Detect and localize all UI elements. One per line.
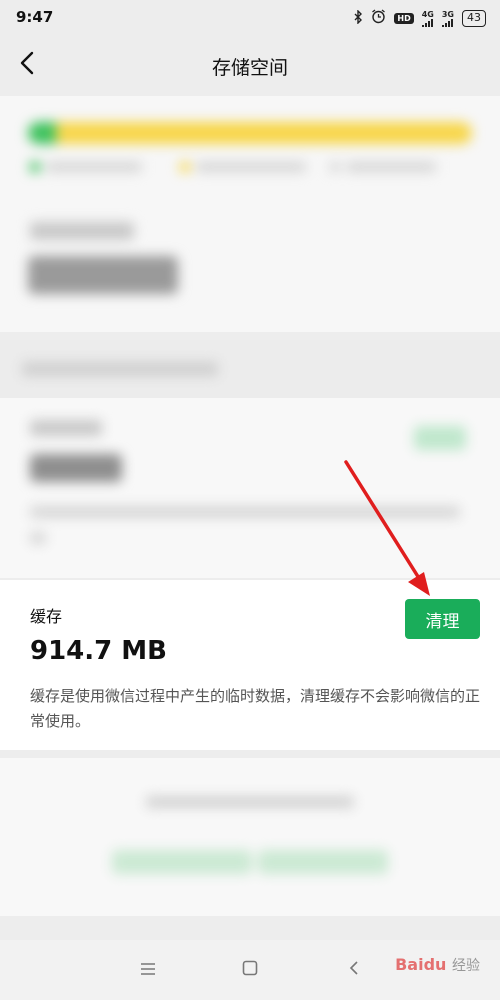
legend-label — [196, 162, 306, 172]
legend-dot — [30, 162, 40, 172]
back-icon — [348, 960, 360, 980]
alarm-icon — [371, 9, 386, 28]
chat-manage-button[interactable] — [414, 426, 466, 450]
total-storage-value — [28, 256, 178, 294]
home-button[interactable] — [238, 958, 262, 982]
cache-title: 缓存 — [30, 607, 63, 626]
legend-item — [330, 162, 436, 172]
legend-label — [346, 162, 436, 172]
status-time: 9:47 — [16, 8, 54, 26]
watermark-brand: Baidu — [395, 955, 447, 974]
menu-button[interactable] — [136, 958, 160, 982]
network-3g-label: 3G — [441, 10, 454, 19]
clean-cache-button[interactable]: 清理 — [405, 599, 480, 639]
legend-item — [30, 162, 142, 172]
legend-item — [180, 162, 306, 172]
legend-dot — [330, 162, 340, 172]
bluetooth-icon — [353, 8, 363, 28]
cache-card: 缓存 914.7 MB 缓存是使用微信过程中产生的临时数据，清理缓存不会影响微信… — [0, 580, 500, 750]
menu-icon — [140, 961, 156, 980]
page-title: 存储空间 — [211, 57, 288, 79]
section-header-text — [22, 362, 218, 376]
chat-history-description-tail — [30, 532, 46, 544]
status-bar: 9:47 HD 4G 3G 43 — [0, 0, 500, 36]
storage-usage-card — [0, 96, 500, 332]
signal-3g-icon: 3G — [441, 10, 454, 27]
network-4g-label: 4G — [421, 10, 434, 19]
nav-bar: 存储空间 — [0, 36, 500, 96]
cache-description: 缓存是使用微信过程中产生的临时数据，清理缓存不会影响微信的正常使用。 — [30, 687, 481, 730]
watermark-suffix: 经验 — [452, 958, 480, 974]
chat-history-card — [0, 398, 500, 578]
bottom-card — [0, 758, 500, 916]
chat-history-title — [30, 420, 102, 436]
battery-icon: 43 — [462, 10, 486, 27]
hd-icon: HD — [394, 13, 414, 24]
chat-history-size — [30, 454, 122, 482]
bottom-card-button-left[interactable] — [112, 850, 252, 874]
status-icons: HD 4G 3G 43 — [353, 8, 486, 28]
chat-history-description — [30, 506, 460, 518]
legend-dot — [180, 162, 190, 172]
system-back-button[interactable] — [342, 958, 366, 982]
bottom-card-button-right[interactable] — [258, 850, 388, 874]
signal-4g-icon: 4G — [421, 10, 434, 27]
section-header — [0, 340, 500, 398]
baidu-watermark: Baidu 经验 — [395, 955, 480, 975]
storage-usage-bar — [28, 122, 472, 144]
cache-size: 914.7 MB — [30, 636, 167, 666]
usage-bar-green-segment — [28, 122, 56, 144]
bottom-card-text — [146, 796, 354, 808]
legend-label — [46, 162, 142, 172]
home-icon — [242, 960, 258, 980]
total-storage-label — [30, 222, 134, 240]
